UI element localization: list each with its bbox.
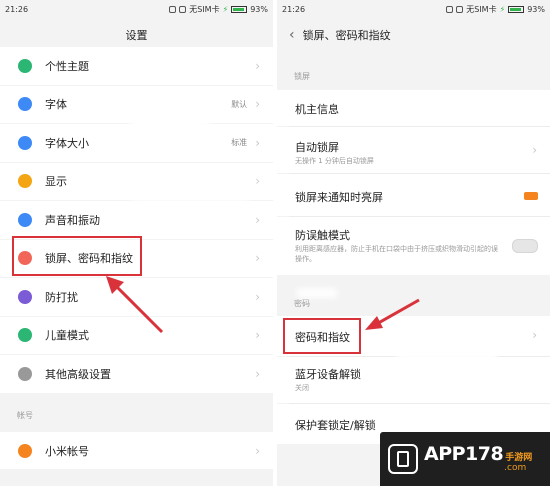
section-header-lock: 锁屏: [294, 72, 310, 81]
settings-item[interactable]: 个性主题 ›: [0, 47, 273, 85]
auto-lock-sub: 无操作 1 分钟后自动锁屏: [295, 157, 374, 165]
page-title: 设置: [125, 29, 148, 42]
highlight-box: [283, 318, 361, 354]
account-item-label: 小米帐号: [45, 444, 89, 458]
settings-item-value: 默认: [231, 99, 248, 109]
chevron-right-icon: ›: [255, 58, 260, 73]
pointer-arrow-icon: [106, 276, 164, 334]
alarm-icon: [446, 5, 454, 13]
bt-unlock-sub: 关闭: [295, 384, 309, 392]
watermark-domain: .com: [504, 463, 527, 473]
chevron-right-icon: ›: [255, 289, 260, 304]
settings-item-label: 个性主题: [45, 59, 89, 73]
status-bar: 21:26 无SIM卡 ⚡ 93%: [0, 0, 273, 18]
sun-icon: [18, 174, 32, 189]
lock-settings-screen: 21:26 无SIM卡 ⚡ 93% ‹ 锁屏、密码和指纹 锁屏 机主信息 自动锁…: [277, 0, 550, 486]
status-time: 21:26: [5, 4, 29, 14]
font-icon: [18, 97, 32, 112]
font-size-icon: [18, 135, 32, 150]
settings-screen: 21:26 无SIM卡 ⚡ 93% 设置 个性主题 › 字体 默认 › 字体大小 标准 › 显示…: [0, 0, 273, 486]
auto-lock-label: 自动锁屏: [295, 141, 339, 154]
chevron-right-icon: ›: [255, 97, 260, 112]
charging-icon: ⚡: [499, 4, 506, 14]
battery-icon: [231, 5, 248, 13]
battery-icon: [508, 5, 525, 13]
alarm-icon: [169, 5, 177, 13]
settings-item-label: 其他高级设置: [45, 367, 111, 381]
back-button[interactable]: ‹: [289, 27, 295, 43]
cover-lock-label: 保护套锁定/解锁: [295, 419, 376, 432]
chevron-right-icon: ›: [255, 328, 260, 343]
mistouch-toggle[interactable]: [512, 239, 538, 253]
battery-level: 93%: [250, 4, 268, 14]
speaker-icon: [18, 212, 32, 227]
chevron-right-icon: ›: [532, 143, 537, 157]
mistouch-label: 防误触模式: [295, 229, 350, 242]
charging-icon: ⚡: [222, 4, 229, 14]
settings-item-label: 声音和振动: [45, 213, 100, 227]
palette-icon: [18, 58, 32, 73]
status-bar: 21:26 无SIM卡 ⚡ 93%: [277, 0, 550, 18]
sim-status: 无SIM卡: [189, 4, 220, 14]
chevron-right-icon: ›: [255, 366, 260, 381]
watermark-brand: APP178: [424, 443, 504, 465]
watermark-sub: 手游网: [505, 453, 533, 463]
child-icon: [18, 328, 32, 343]
watermark-logo: APP178 手游网 .com: [380, 432, 550, 486]
owner-info-label: 机主信息: [295, 103, 339, 116]
page-title-bar: ‹ 锁屏、密码和指纹: [277, 18, 550, 52]
settings-item-value: 标准: [231, 138, 248, 148]
chevron-right-icon: ›: [255, 212, 260, 227]
app178-logo-icon: [388, 444, 418, 474]
moon-icon: [18, 289, 32, 304]
mistouch-sub: 利用距离感应器，防止手机在口袋中由于挤压或织物滑动引起的误操作。: [295, 245, 498, 263]
chevron-right-icon: ›: [532, 328, 537, 342]
chevron-right-icon: ›: [255, 443, 260, 458]
auto-lock-row[interactable]: 自动锁屏 无操作 1 分钟后自动锁屏 ›: [277, 127, 550, 173]
pointer-arrow-icon: [365, 298, 420, 330]
no-sim-icon: [456, 5, 464, 13]
mi-account-icon: [18, 443, 32, 458]
chevron-right-icon: ›: [255, 135, 260, 150]
no-sim-icon: [179, 5, 187, 13]
battery-level: 93%: [527, 4, 545, 14]
account-item[interactable]: 小米帐号 ›: [0, 432, 273, 469]
toggle-on-icon[interactable]: [524, 192, 538, 200]
page-title: 锁屏、密码和指纹: [302, 29, 391, 42]
status-time: 21:26: [282, 4, 306, 14]
chevron-right-icon: ›: [255, 174, 260, 189]
owner-info-row[interactable]: 机主信息: [277, 90, 550, 126]
more-icon: [18, 366, 32, 381]
settings-item[interactable]: 其他高级设置 ›: [0, 355, 273, 393]
settings-item-label: 字体: [45, 98, 67, 112]
chevron-right-icon: ›: [255, 251, 260, 266]
mistouch-row[interactable]: 防误触模式 利用距离感应器，防止手机在口袋中由于挤压或织物滑动引起的误操作。: [277, 217, 550, 275]
sim-status: 无SIM卡: [466, 4, 497, 14]
section-header-security: 密码: [294, 299, 310, 308]
section-header-account: 帐号: [17, 411, 33, 420]
